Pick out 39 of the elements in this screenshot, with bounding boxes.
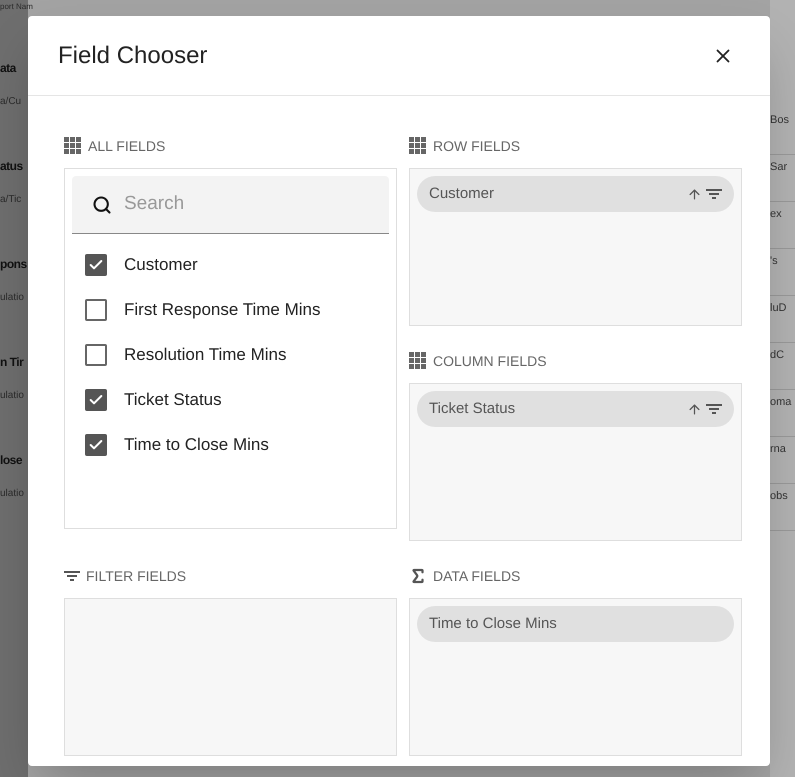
section-label: ALL FIELDS xyxy=(88,136,166,156)
field-chip[interactable]: Time to Close Mins xyxy=(417,606,734,642)
sidebar-text: ulatio xyxy=(0,487,25,501)
filter-icon xyxy=(64,570,80,582)
sidebar-text: a/Tic xyxy=(0,193,22,207)
checkbox[interactable] xyxy=(85,344,107,366)
grid-icon xyxy=(64,137,82,155)
checkbox[interactable] xyxy=(85,388,107,410)
section-label: ROW FIELDS xyxy=(433,136,520,156)
section-label: FILTER FIELDS xyxy=(86,566,186,586)
field-chip[interactable]: Customer xyxy=(417,176,734,212)
sidebar-text: pons xyxy=(0,256,28,273)
field-chip[interactable]: Ticket Status xyxy=(417,391,734,427)
grid-icon xyxy=(409,137,427,155)
grid-icon xyxy=(409,352,427,370)
sidebar-text: ulatio xyxy=(0,389,25,403)
field-label: First Response Time Mins xyxy=(124,298,320,321)
filter-icon xyxy=(706,188,722,200)
sidebar-text: atus xyxy=(0,158,24,175)
field-label: Customer xyxy=(124,254,198,276)
dialog-title: Field Chooser xyxy=(58,40,208,70)
sidebar-text: port Nam xyxy=(0,1,33,13)
checkbox[interactable] xyxy=(85,298,107,320)
search-field[interactable]: Search xyxy=(124,190,369,219)
field-label: Time to Close Mins xyxy=(124,434,269,456)
filter-icon xyxy=(706,403,722,415)
field-label: Ticket Status xyxy=(124,388,222,411)
search-bar[interactable]: Search xyxy=(72,176,389,234)
checkbox[interactable] xyxy=(85,254,107,276)
sidebar-text: a/Cu xyxy=(0,95,22,109)
checkbox[interactable] xyxy=(85,434,107,456)
section-label: COLUMN FIELDS xyxy=(433,352,547,370)
field-label: Resolution Time Mins xyxy=(124,344,287,366)
section-label: DATA FIELDS xyxy=(433,566,520,586)
sidebar-text: ata xyxy=(0,60,18,77)
sidebar-text: n Tir xyxy=(0,354,25,371)
sidebar-text: ulatio xyxy=(0,291,25,305)
sidebar-text: lose xyxy=(0,452,24,469)
search-icon xyxy=(92,194,112,216)
